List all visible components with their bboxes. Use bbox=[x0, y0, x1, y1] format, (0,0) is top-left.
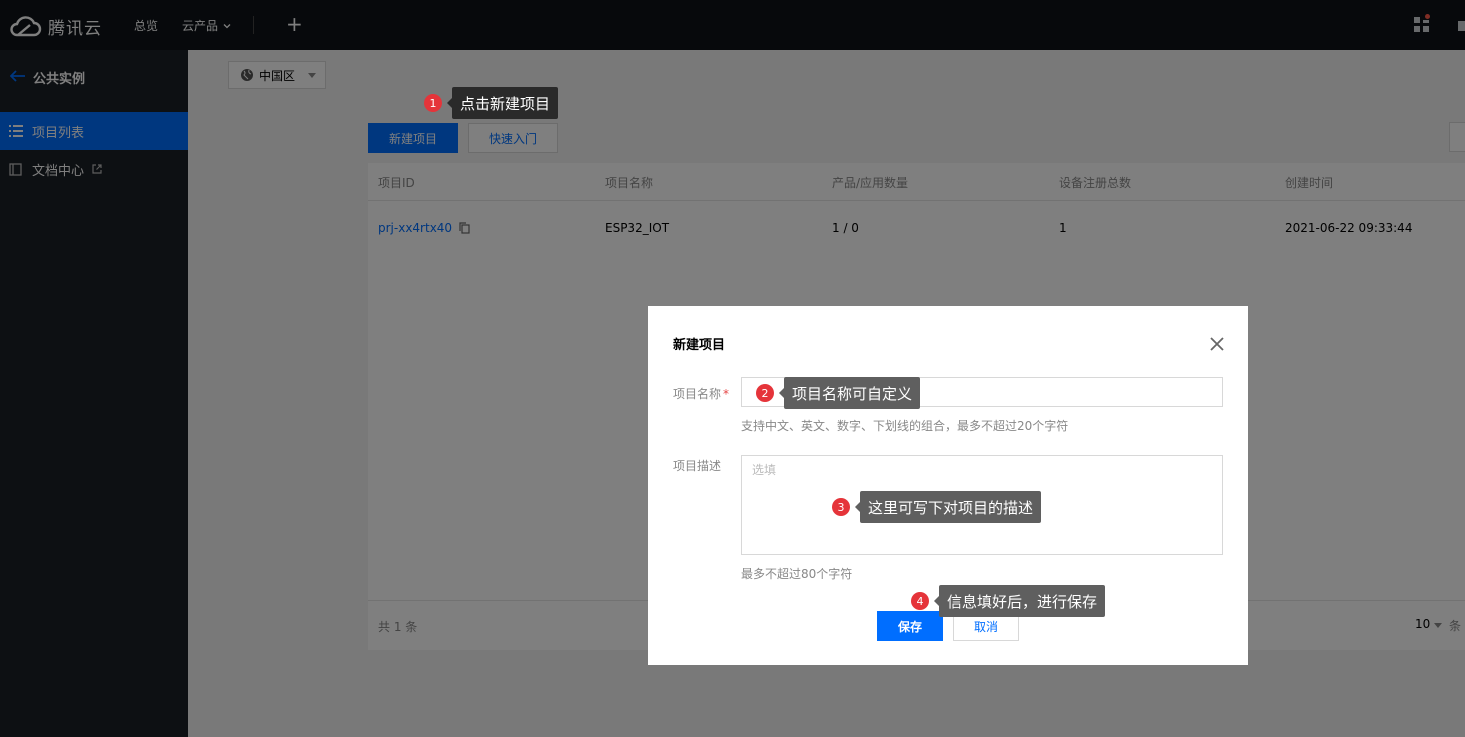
step-callout: 信息填好后，进行保存 bbox=[933, 585, 1106, 617]
step-badge: 1 bbox=[424, 94, 442, 112]
project-description-label: 项目描述 bbox=[673, 459, 722, 473]
step-badge: 3 bbox=[832, 498, 850, 516]
save-button[interactable]: 保存 bbox=[877, 611, 943, 641]
required-mark: * bbox=[723, 387, 730, 401]
step-badge: 2 bbox=[756, 384, 774, 402]
project-name-label: 项目名称 * bbox=[673, 385, 729, 402]
dialog-title: 新建项目 bbox=[673, 338, 726, 353]
step-callout: 点击新建项目 bbox=[446, 87, 559, 119]
project-name-help: 支持中文、英文、数字、下划线的组合，最多不超过20个字符 bbox=[741, 419, 1069, 433]
step-callout: 这里可写下对项目的描述 bbox=[854, 491, 1042, 523]
step-callout: 项目名称可自定义 bbox=[778, 377, 921, 409]
close-icon[interactable] bbox=[1209, 336, 1225, 352]
project-name-label-text: 项目名称 bbox=[673, 387, 722, 401]
step-badge: 4 bbox=[911, 592, 929, 610]
project-description-help: 最多不超过80个字符 bbox=[741, 567, 853, 581]
